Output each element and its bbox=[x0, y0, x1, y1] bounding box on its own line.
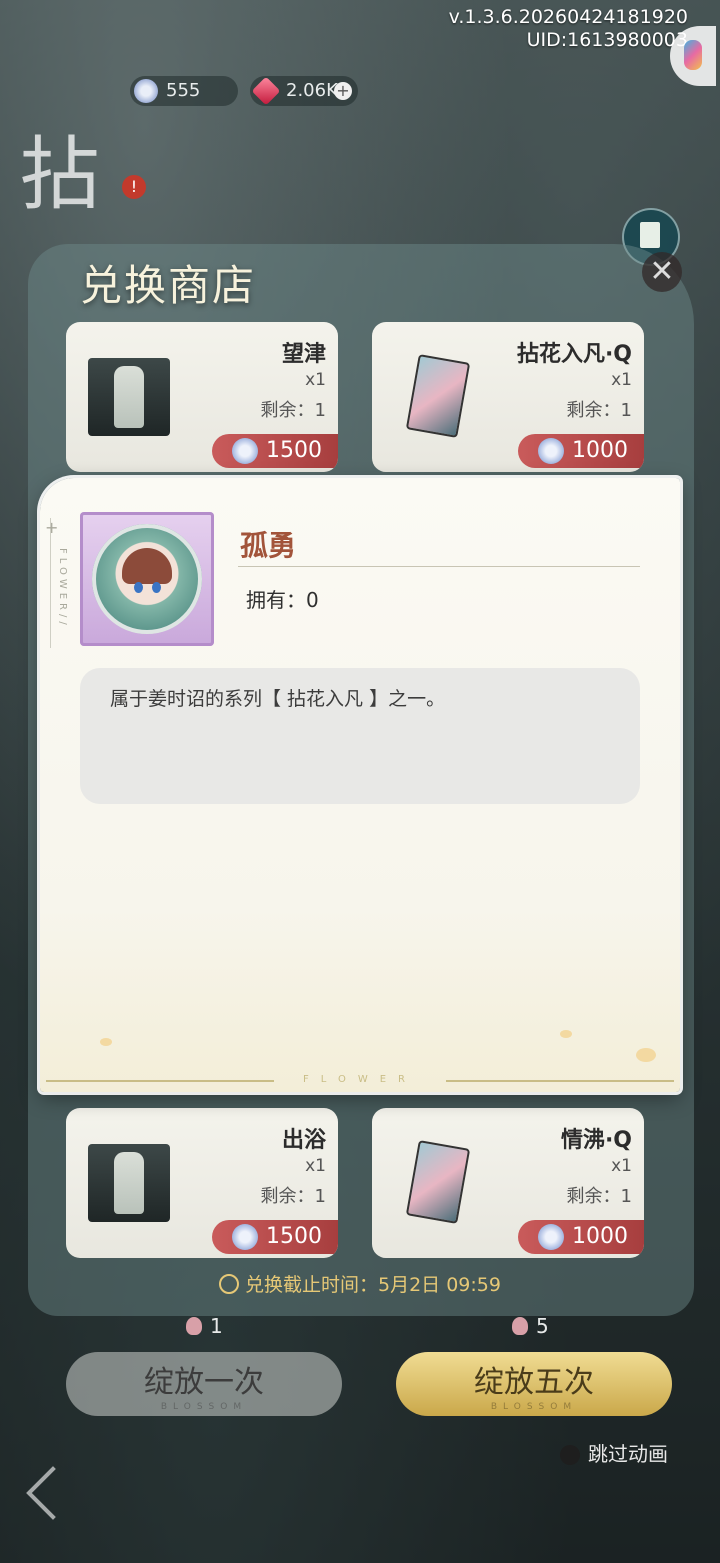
flower-coin-icon bbox=[134, 79, 158, 103]
title-divider bbox=[238, 566, 640, 567]
version-label: v.1.3.6.20260424181920 bbox=[448, 6, 688, 28]
item-name: 拈花入凡·Q bbox=[516, 342, 632, 367]
item-quantity: x1 bbox=[305, 370, 326, 390]
add-gem-icon[interactable]: + bbox=[334, 82, 352, 100]
shop-item-card[interactable]: 望津 x1 剩余：1 1500 bbox=[66, 322, 338, 472]
item-quantity: x1 bbox=[305, 1156, 326, 1176]
badge-eye bbox=[134, 582, 143, 593]
flower-coin-counter: 555 bbox=[130, 76, 238, 106]
shop-item-card[interactable]: 出浴 x1 剩余：1 1500 bbox=[66, 1108, 338, 1258]
popup-side-decoration: + FLOWER// bbox=[45, 518, 71, 648]
item-title: 孤勇 bbox=[240, 529, 297, 562]
petal-decoration bbox=[100, 1038, 112, 1046]
petal-decoration bbox=[560, 1030, 572, 1038]
single-draw-cost: 1 bbox=[186, 1314, 223, 1338]
deadline-text: 兑换截止时间：5月2日 09:59 bbox=[245, 1274, 501, 1296]
card-thumbnail bbox=[405, 354, 471, 438]
flower-coin-amount: 555 bbox=[166, 80, 201, 101]
badge-hair bbox=[122, 548, 172, 584]
flower-coin-icon bbox=[538, 1224, 564, 1250]
item-remaining: 剩余：1 bbox=[566, 1186, 632, 1207]
petal-decoration bbox=[636, 1048, 656, 1062]
flower-coin-icon bbox=[538, 438, 564, 464]
outfit-thumbnail bbox=[88, 358, 170, 436]
plus-decor-icon: + bbox=[45, 518, 59, 537]
item-description: 属于姜时诏的系列【 拈花入凡 】之一。 bbox=[80, 668, 640, 804]
close-button[interactable]: ✕ bbox=[642, 252, 682, 292]
draw-token-icon bbox=[512, 1317, 528, 1335]
price-value: 1500 bbox=[266, 1224, 322, 1249]
version-info: v.1.3.6.20260424181920 UID:1613980003 bbox=[449, 6, 688, 52]
price-button[interactable]: 1500 bbox=[212, 434, 338, 468]
shop-title: 兑换商店 bbox=[80, 261, 257, 310]
banner-calligraphy: 拈 bbox=[20, 128, 100, 221]
card-thumbnail bbox=[405, 1140, 471, 1224]
single-cost-value: 1 bbox=[210, 1314, 223, 1338]
item-name: 出浴 bbox=[281, 1128, 326, 1153]
item-quantity: x1 bbox=[611, 1156, 632, 1176]
draw-five-button[interactable]: 绽放五次 BLOSSOM bbox=[396, 1352, 672, 1416]
popup-footer-line: FLOWER bbox=[40, 1074, 680, 1086]
item-detail-popup: + FLOWER// 孤勇 拥有：0 属于姜时诏的系列【 拈花入凡 】之一。 F… bbox=[40, 478, 680, 1092]
draw-token-icon bbox=[186, 1317, 202, 1335]
five-draw-cost: 5 bbox=[512, 1314, 549, 1338]
item-icon-frame bbox=[80, 512, 214, 646]
gem-counter[interactable]: 2.06K + bbox=[250, 76, 358, 106]
price-button[interactable]: 1000 bbox=[518, 434, 644, 468]
draw-once-button[interactable]: 绽放一次 BLOSSOM bbox=[66, 1352, 342, 1416]
draw-once-label: 绽放一次 bbox=[144, 1365, 264, 1400]
price-value: 1000 bbox=[572, 438, 628, 463]
skip-animation-label: 跳过动画 bbox=[588, 1442, 668, 1466]
draw-five-sublabel: BLOSSOM bbox=[490, 1402, 578, 1412]
skip-animation-toggle[interactable]: 跳过动画 bbox=[560, 1438, 668, 1467]
exchange-deadline: 兑换截止时间：5月2日 09:59 bbox=[0, 1270, 720, 1297]
footer-line-right bbox=[446, 1080, 674, 1082]
clock-icon bbox=[219, 1274, 239, 1294]
draw-five-label: 绽放五次 bbox=[474, 1365, 594, 1400]
shop-item-card[interactable]: 拈花入凡·Q x1 剩余：1 1000 bbox=[372, 322, 644, 472]
gem-icon bbox=[251, 76, 281, 106]
price-value: 1000 bbox=[572, 1224, 628, 1249]
uid-label: UID:1613980003 bbox=[526, 29, 688, 51]
draw-once-sublabel: BLOSSOM bbox=[160, 1402, 248, 1412]
price-value: 1500 bbox=[266, 438, 322, 463]
shop-item-card[interactable]: 情沸·Q x1 剩余：1 1000 bbox=[372, 1108, 644, 1258]
item-remaining: 剩余：1 bbox=[260, 400, 326, 421]
toggle-dot-icon bbox=[560, 1445, 580, 1465]
flower-coin-icon bbox=[232, 438, 258, 464]
owned-count: 拥有：0 bbox=[246, 588, 319, 612]
item-name: 情沸·Q bbox=[560, 1128, 632, 1153]
item-remaining: 剩余：1 bbox=[566, 400, 632, 421]
alert-icon[interactable]: ! bbox=[122, 175, 146, 199]
item-quantity: x1 bbox=[611, 370, 632, 390]
price-button[interactable]: 1000 bbox=[518, 1220, 644, 1254]
flower-coin-icon bbox=[232, 1224, 258, 1250]
character-badge-icon bbox=[92, 524, 202, 634]
item-remaining: 剩余：1 bbox=[260, 1186, 326, 1207]
price-button[interactable]: 1500 bbox=[212, 1220, 338, 1254]
item-name: 望津 bbox=[281, 342, 326, 367]
badge-eye bbox=[152, 582, 161, 593]
gem-amount: 2.06K bbox=[286, 80, 338, 101]
five-cost-value: 5 bbox=[536, 1314, 549, 1338]
outfit-thumbnail bbox=[88, 1144, 170, 1222]
side-flower-text: FLOWER// bbox=[57, 548, 68, 629]
